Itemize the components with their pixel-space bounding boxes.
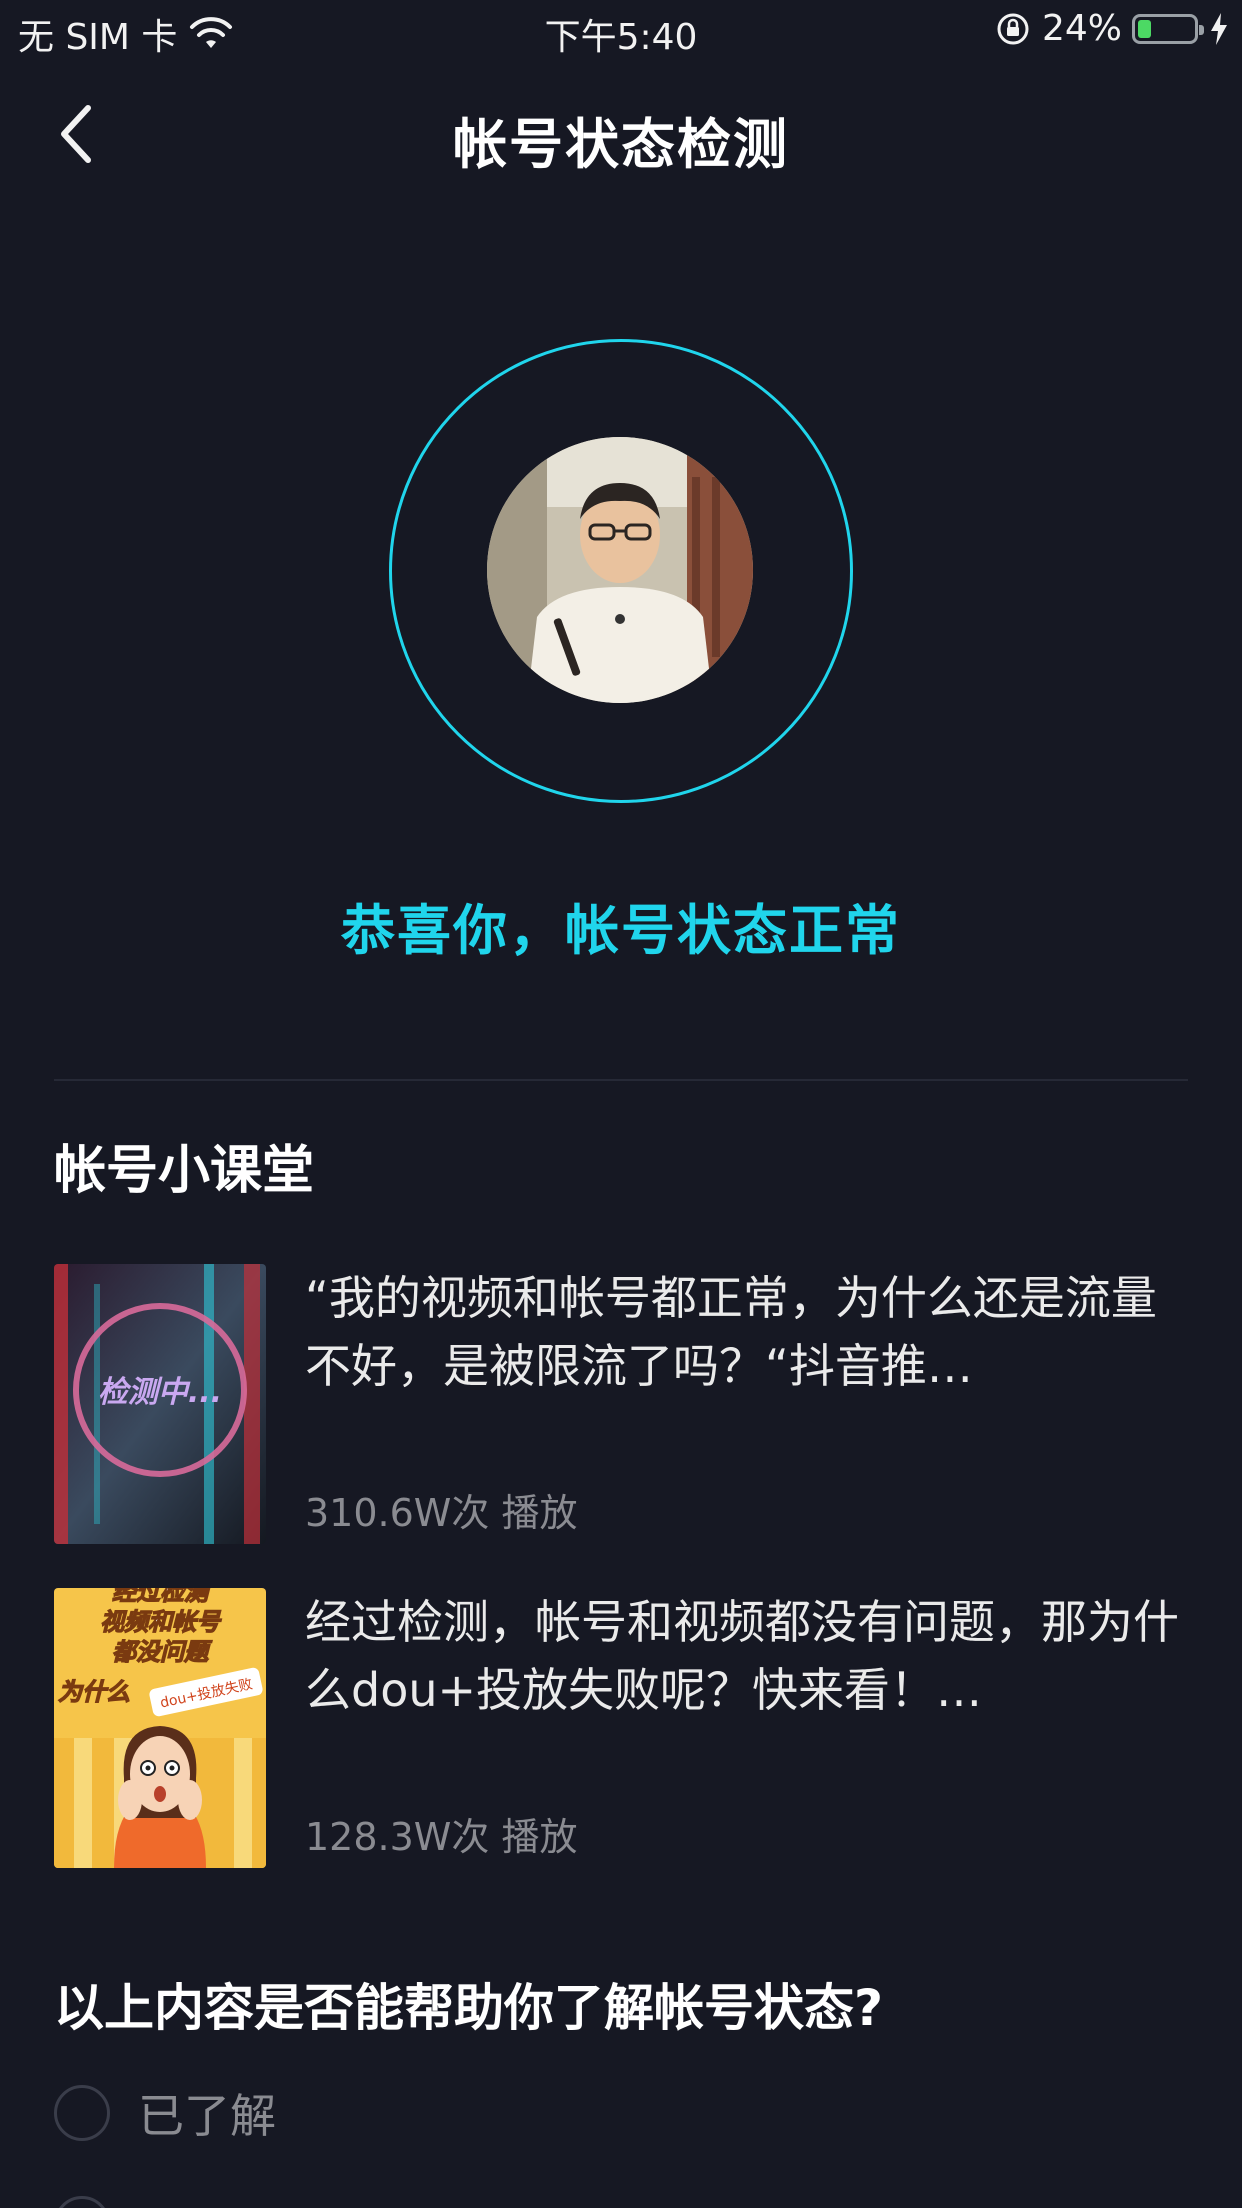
avatar	[487, 437, 753, 703]
rotation-lock-icon	[997, 13, 1029, 44]
status-right: 24%	[994, 8, 1230, 49]
video-item[interactable]: 经过检测 视频和帐号 都没问题 为什么 dou+投放失败 经过检测，帐号和视频都…	[54, 1588, 1188, 1868]
avatar-image	[487, 437, 753, 703]
thumbnail-text: 检测中...	[98, 1375, 222, 1410]
play-label: 播放	[501, 1815, 578, 1859]
video-item[interactable]: 检测中... “我的视频和帐号都正常，为什么还是流量不好，是被限流了吗？“抖音推…	[54, 1264, 1188, 1544]
video-play-count: 310.6W次 播放	[305, 1482, 577, 1537]
screen: 无 SIM 卡 下午5:40 24% 帐号状态检测 恭喜你，帐号状态正常 帐号小…	[0, 0, 1242, 2208]
video-title[interactable]: “我的视频和帐号都正常，为什么还是流量不好，是被限流了吗？“抖音推…	[305, 1264, 1195, 1400]
divider	[54, 1079, 1188, 1081]
charging-bolt-icon	[1211, 12, 1227, 45]
battery-icon	[1132, 13, 1204, 44]
thumbnail-text: 经过检测	[112, 1588, 212, 1606]
option-label: 已了解	[138, 2089, 276, 2143]
radio-button[interactable]	[54, 2085, 110, 2141]
status-bar: 无 SIM 卡 下午5:40 24%	[0, 0, 1242, 62]
feedback-option-understood[interactable]: 已了解	[54, 2080, 276, 2146]
play-count: 128.3W次	[305, 1815, 490, 1859]
section-title: 帐号小课堂	[54, 1141, 315, 1201]
page-title: 帐号状态检测	[453, 113, 789, 176]
thumbnail-text: 为什么	[58, 1678, 130, 1706]
video-thumbnail[interactable]: 检测中...	[54, 1264, 266, 1544]
radio-button[interactable]	[54, 2196, 110, 2208]
video-title[interactable]: 经过检测，帐号和视频都没有问题，那为什么dou+投放失败呢？快来看！…	[305, 1588, 1195, 1724]
thumbnail-text: 都没问题	[112, 1638, 213, 1666]
play-label: 播放	[501, 1491, 578, 1535]
thumbnail-text: 视频和帐号	[100, 1608, 222, 1636]
video-play-count: 128.3W次 播放	[305, 1806, 577, 1861]
battery-percent: 24%	[1041, 8, 1122, 49]
detection-result: 恭喜你，帐号状态正常	[341, 899, 901, 962]
battery-fill	[1138, 19, 1151, 38]
video-thumbnail[interactable]: 经过检测 视频和帐号 都没问题 为什么 dou+投放失败	[54, 1588, 266, 1868]
play-count: 310.6W次	[305, 1491, 490, 1535]
feedback-question: 以上内容是否能帮助你了解帐号状态?	[54, 1979, 884, 2037]
